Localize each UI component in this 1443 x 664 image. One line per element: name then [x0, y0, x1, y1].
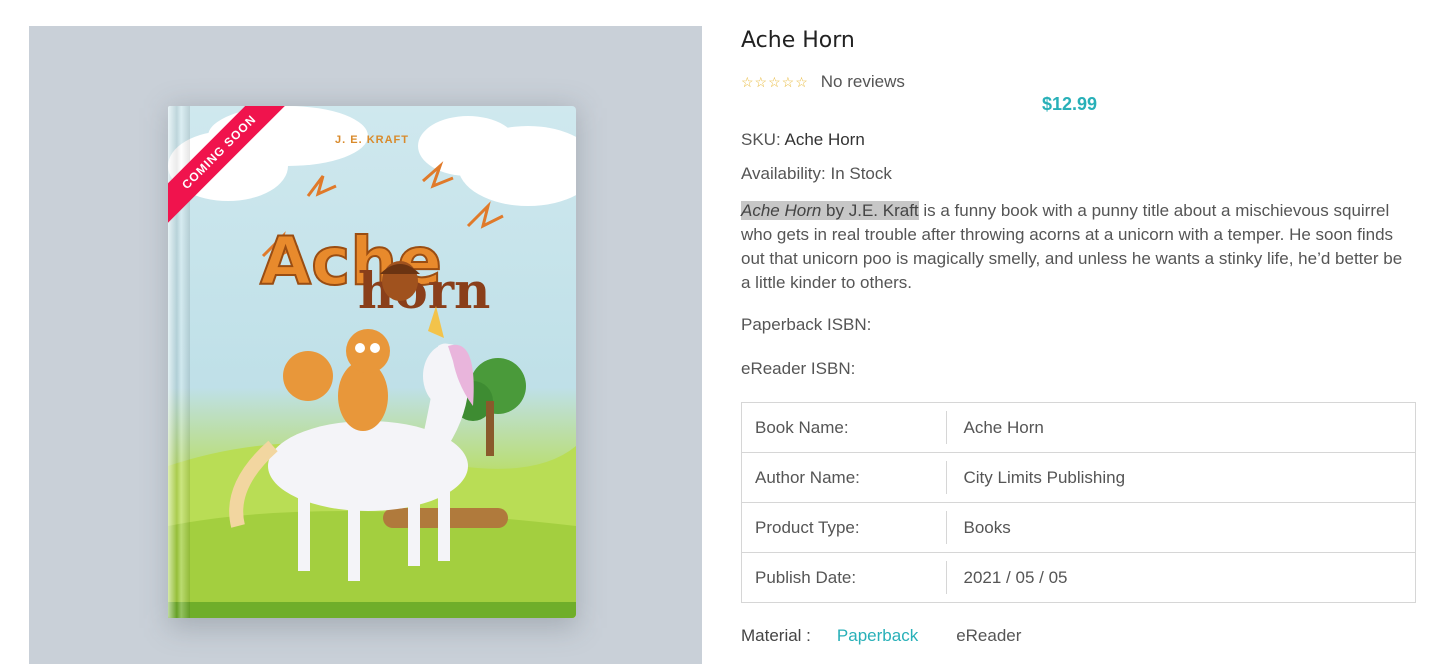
spec-value: City Limits Publishing — [946, 452, 1416, 503]
spec-key: Author Name: — [741, 452, 947, 503]
product-image-panel[interactable]: Ache horn J. E. KRAFT COMING SOON — [29, 26, 702, 664]
material-option-paperback[interactable]: Paperback — [837, 626, 918, 646]
spec-value: Books — [946, 502, 1416, 553]
star-rating-icon[interactable]: ☆☆☆☆☆ — [741, 74, 809, 91]
reviews-link[interactable]: No reviews — [821, 72, 905, 92]
sku-label: SKU: — [741, 130, 781, 149]
book-cover: Ache horn J. E. KRAFT COMING SOON — [168, 106, 576, 618]
table-row: Product Type: Books — [741, 502, 1416, 553]
description-title: Ache Horn — [741, 201, 822, 220]
availability-line: Availability: In Stock — [741, 164, 892, 184]
sku-value: Ache Horn — [784, 130, 865, 149]
material-option-ereader[interactable]: eReader — [956, 626, 1021, 646]
spec-key: Product Type: — [741, 502, 947, 553]
table-row: Book Name: Ache Horn — [741, 402, 1416, 453]
description-by: by J.E. Kraft — [821, 201, 919, 220]
product-title: Ache Horn — [741, 28, 855, 53]
material-selector: Material : Paperback eReader — [741, 626, 1021, 646]
availability-label: Availability: — [741, 164, 826, 183]
availability-value: In Stock — [830, 164, 892, 183]
spec-value: Ache Horn — [946, 402, 1416, 453]
spec-key: Publish Date: — [741, 552, 947, 603]
product-description: Ache Horn by J.E. Kraft is a funny book … — [741, 199, 1416, 295]
material-label: Material : — [741, 626, 811, 645]
description-highlight: Ache Horn by J.E. Kraft — [741, 201, 919, 220]
ereader-isbn: eReader ISBN: — [741, 359, 856, 378]
spec-key: Book Name: — [741, 402, 947, 453]
spec-value: 2021 / 05 / 05 — [946, 552, 1416, 603]
rating: ☆☆☆☆☆ No reviews — [741, 72, 905, 92]
cover-illustration: Ache horn — [168, 106, 576, 618]
sku-line: SKU: Ache Horn — [741, 130, 865, 150]
table-row: Publish Date: 2021 / 05 / 05 — [741, 552, 1416, 603]
spec-table: Book Name: Ache Horn Author Name: City L… — [741, 402, 1416, 603]
paperback-isbn: Paperback ISBN: — [741, 315, 872, 334]
price: $12.99 — [1042, 94, 1098, 114]
svg-text:horn: horn — [358, 261, 490, 320]
table-row: Author Name: City Limits Publishing — [741, 452, 1416, 503]
